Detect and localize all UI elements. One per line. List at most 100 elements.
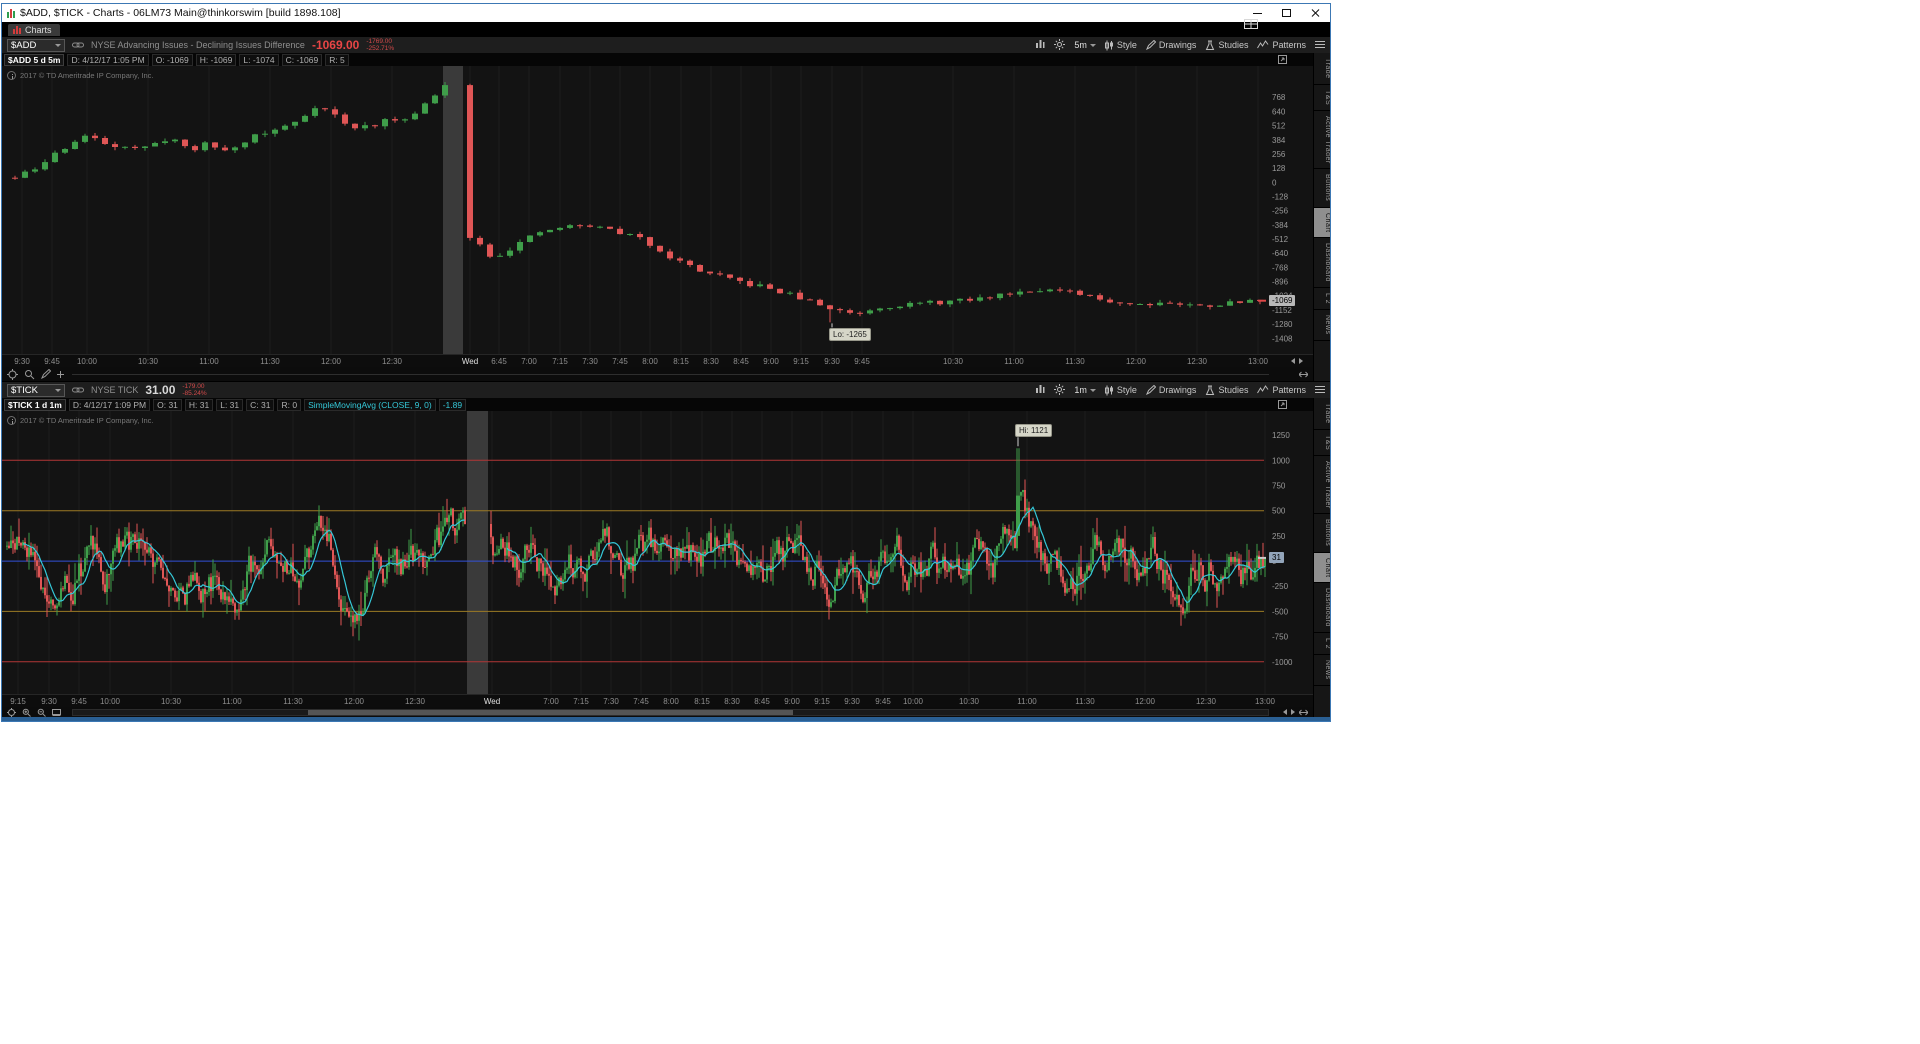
link-icon[interactable]	[72, 36, 84, 54]
scroll-left-button[interactable]	[1291, 358, 1295, 364]
scroll-right-button[interactable]	[1291, 709, 1295, 715]
gadget-tab-chart[interactable]: Chart	[1314, 207, 1330, 239]
scrollbar-thumb[interactable]	[308, 710, 793, 715]
zoom-icon[interactable]	[24, 369, 35, 380]
chart-icon	[13, 26, 21, 34]
gadget-tab-buttons[interactable]: Buttons	[1314, 169, 1330, 208]
reset-zoom-icon[interactable]	[52, 708, 61, 716]
time-axis-label: 8:15	[694, 697, 710, 706]
drawings-button[interactable]: Drawings	[1145, 40, 1196, 50]
time-axis-label: 9:45	[71, 697, 87, 706]
svg-text:500: 500	[1272, 507, 1286, 516]
gadget-tab-l-2[interactable]: L 2	[1314, 633, 1330, 656]
chart-panel-add: $ADD NYSE Advancing Issues - Declining I…	[2, 36, 1330, 381]
drawings-button[interactable]: Drawings	[1145, 385, 1196, 395]
price-chart[interactable]: 768 640 512 384 256 128 0 -128 -256 -384 -512 -640 -…	[2, 66, 1313, 354]
symbol-description: NYSE TICK	[91, 385, 139, 395]
chart-grid-icon[interactable]	[1035, 39, 1045, 51]
timeframe-button[interactable]: 5m	[1074, 40, 1096, 50]
gadget-tab-buttons[interactable]: Buttons	[1314, 514, 1330, 553]
pan-horizontal-icon[interactable]	[1299, 371, 1308, 378]
gadget-tab-dashboard[interactable]: Dashboard	[1314, 583, 1330, 634]
time-axis-label: 9:30	[14, 357, 30, 366]
pencil-icon[interactable]	[41, 369, 51, 379]
chart-grid-icon[interactable]	[1035, 384, 1045, 396]
timeframe-value: 1m	[1074, 385, 1087, 395]
gadget-tab-trade[interactable]: Trade	[1314, 53, 1330, 85]
ohlc-low: L: 31	[216, 398, 244, 411]
patterns-button[interactable]: Patterns	[1257, 40, 1306, 50]
time-axis-label: 12:30	[381, 357, 403, 366]
style-button[interactable]: Style	[1104, 385, 1137, 396]
horizontal-scrollbar[interactable]	[72, 709, 1269, 716]
maximize-chart-icon[interactable]	[1278, 400, 1287, 409]
symbol-input[interactable]: $ADD	[7, 38, 65, 52]
gadget-sidebar: Trade T&S Active Trader Buttons Chart Dashboa…	[1313, 398, 1330, 717]
svg-text:768: 768	[1272, 93, 1286, 102]
time-axis-label: 8:00	[642, 357, 658, 366]
ohlc-close: C: 31	[246, 398, 275, 411]
gadget-tab-t-s[interactable]: T&S	[1314, 430, 1330, 456]
maximize-button[interactable]	[1272, 4, 1301, 22]
ohlc-datetime: D: 4/12/17 1:05 PM	[67, 53, 149, 66]
panel-menu-icon[interactable]	[1315, 40, 1325, 51]
studies-button[interactable]: Studies	[1205, 385, 1248, 396]
svg-text:384: 384	[1272, 136, 1286, 145]
close-button[interactable]	[1301, 4, 1330, 22]
gear-icon[interactable]	[1054, 383, 1066, 397]
study-label[interactable]: SimpleMovingAvg (CLOSE, 9, 0)	[304, 398, 436, 411]
panel-menu-icon[interactable]	[1315, 385, 1325, 396]
style-button[interactable]: Style	[1104, 40, 1137, 51]
add-drawing-icon[interactable]	[57, 370, 64, 378]
svg-text:-750: -750	[1272, 633, 1289, 642]
maximize-chart-icon[interactable]	[1278, 55, 1287, 64]
chevron-down-icon	[1089, 43, 1096, 47]
time-axis-label: 7:30	[603, 697, 619, 706]
copyright-notice: 2017 © TD Ameritrade IP Company, Inc.	[7, 416, 154, 425]
gadget-tab-chart[interactable]: Chart	[1314, 552, 1330, 584]
scroll-left-button[interactable]	[1283, 709, 1287, 715]
crosshair-icon[interactable]	[7, 707, 16, 717]
gadget-tab-active-trader[interactable]: Active Trader	[1314, 456, 1330, 515]
patterns-button[interactable]: Patterns	[1257, 385, 1306, 395]
crosshair-icon[interactable]	[7, 368, 18, 380]
pan-horizontal-icon[interactable]	[1299, 709, 1308, 716]
time-axis-label: 10:30	[958, 697, 980, 706]
ohlc-open: O: -1069	[151, 53, 193, 66]
zoom-out-icon[interactable]	[37, 708, 46, 717]
scroll-right-button[interactable]	[1299, 358, 1303, 364]
time-axis-label: 8:45	[733, 357, 749, 366]
gadget-tab-news[interactable]: News	[1314, 655, 1330, 686]
chevron-down-icon	[55, 43, 61, 47]
gadget-tab-dashboard[interactable]: Dashboard	[1314, 238, 1330, 289]
panel-divider[interactable]	[72, 374, 1269, 375]
change-percent: -252.71%	[366, 45, 395, 52]
gadget-tab-t-s[interactable]: T&S	[1314, 85, 1330, 111]
gadget-tab-l-2[interactable]: L 2	[1314, 288, 1330, 311]
symbol-value: $ADD	[11, 39, 37, 51]
timeframe-button[interactable]: 1m	[1074, 385, 1096, 395]
svg-text:128: 128	[1272, 164, 1286, 173]
candlestick-chart-svg: 125010007505002500-250-500-750-1000	[2, 411, 1293, 694]
svg-text:-500: -500	[1272, 607, 1289, 616]
svg-text:0: 0	[1272, 178, 1277, 187]
high-marker: Hi: 1121	[1015, 424, 1053, 438]
price-chart[interactable]: 125010007505002500-250-500-750-1000 2017…	[2, 411, 1313, 694]
layout-grid-icon[interactable]	[1244, 16, 1258, 34]
studies-button[interactable]: Studies	[1205, 40, 1248, 51]
tab-charts[interactable]: Charts	[8, 24, 60, 36]
gadget-tab-trade[interactable]: Trade	[1314, 398, 1330, 430]
symbol-input[interactable]: $TICK	[7, 383, 65, 397]
ohlc-datetime: D: 4/12/17 1:09 PM	[68, 398, 151, 411]
ohlc-open: O: 31	[153, 398, 182, 411]
time-axis-label: 12:00	[1125, 357, 1147, 366]
candlestick-chart-svg: 768 640 512 384 256 128 0 -128 -256 -384 -512 -640 -…	[12, 66, 1293, 354]
time-axis-label: 11:30	[1065, 357, 1085, 366]
link-icon[interactable]	[72, 381, 84, 399]
time-axis-label: 11:00	[1004, 357, 1024, 366]
gear-icon[interactable]	[1054, 38, 1066, 52]
time-axis-label: 13:00	[1254, 697, 1276, 706]
zoom-in-icon[interactable]	[22, 708, 31, 717]
gadget-tab-active-trader[interactable]: Active Trader	[1314, 111, 1330, 170]
gadget-tab-news[interactable]: News	[1314, 310, 1330, 341]
